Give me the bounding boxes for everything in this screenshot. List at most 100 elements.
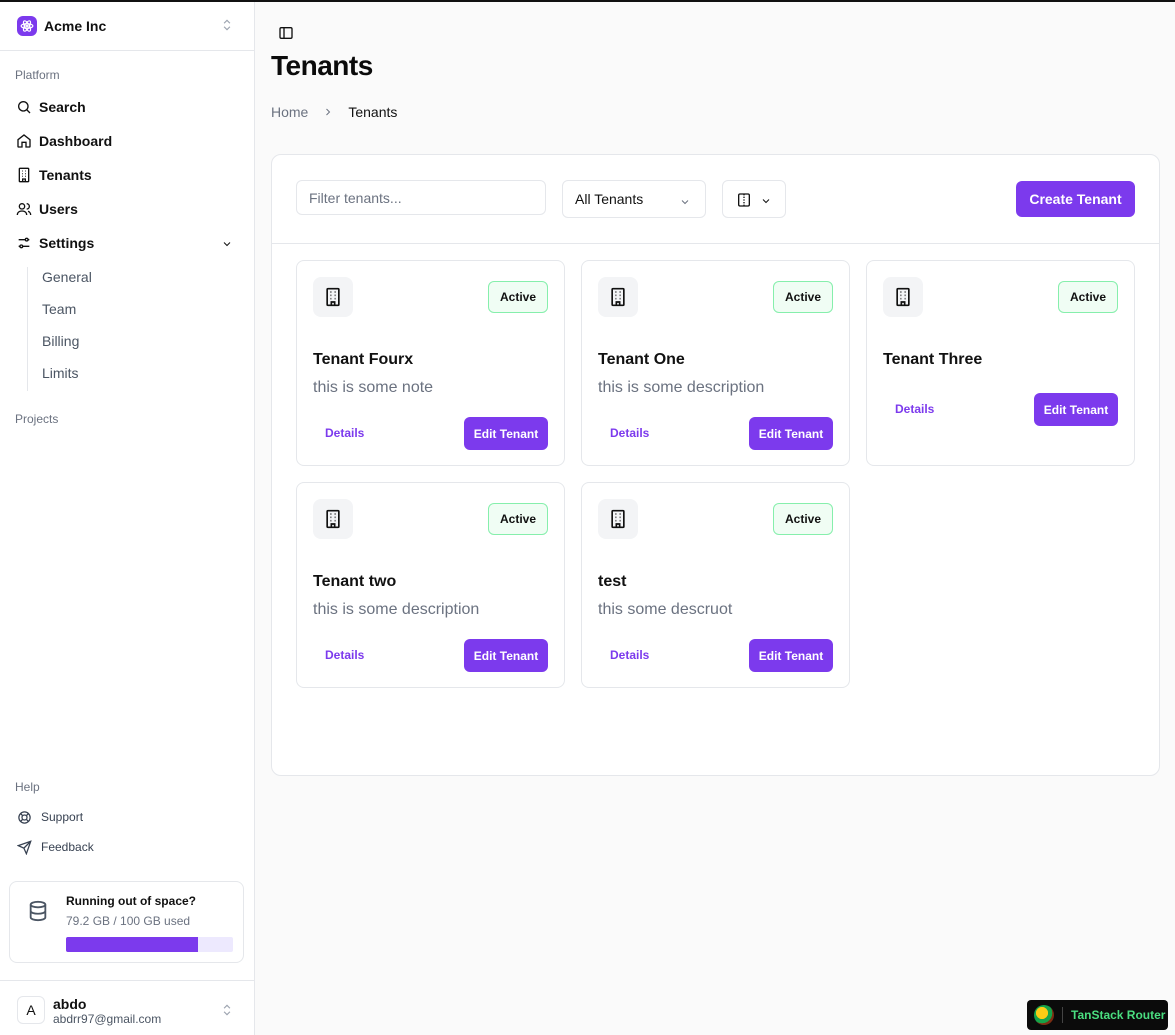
tenants-panel: All Tenants Create Tenant Active Tenant … (271, 154, 1160, 776)
sidebar-item-label: Search (39, 99, 86, 115)
chevrons-up-down-icon (220, 1003, 234, 1022)
tenant-card: Active Tenant Three Details Edit Tenant (866, 260, 1135, 466)
tenant-name: Tenant Three (883, 351, 983, 368)
sidebar-item-support[interactable]: Support (17, 807, 83, 827)
help-label: Help (15, 780, 40, 794)
building-icon (883, 277, 923, 317)
tenant-filter-select[interactable]: All Tenants (562, 180, 706, 218)
tanstack-logo-icon (1034, 1005, 1054, 1025)
tenant-description: this is some description (598, 379, 765, 396)
chevron-right-icon (322, 106, 334, 118)
sidebar-item-label: Settings (39, 235, 95, 251)
search-icon (15, 98, 33, 116)
storage-title: Running out of space? (66, 894, 196, 908)
edit-tenant-button[interactable]: Edit Tenant (1034, 393, 1118, 426)
feedback-label: Feedback (41, 840, 94, 854)
org-switcher[interactable]: Acme Inc (0, 2, 254, 51)
tenant-card: Active Tenant Fourx this is some note De… (296, 260, 565, 466)
send-icon (17, 839, 33, 855)
breadcrumb: Home Tenants (271, 104, 397, 120)
support-label: Support (41, 810, 84, 824)
view-toggle-button[interactable] (722, 180, 786, 218)
details-link[interactable]: Details (325, 648, 364, 662)
details-link[interactable]: Details (895, 402, 934, 416)
breadcrumb-home[interactable]: Home (271, 104, 308, 120)
sidebar-item-label: Tenants (39, 167, 92, 183)
storage-card: Running out of space? 79.2 GB / 100 GB u… (9, 881, 244, 963)
sidebar-subitem-general[interactable]: General (42, 269, 92, 285)
tenant-card: Active Tenant two this is some descripti… (296, 482, 565, 688)
devtools-divider (1062, 1007, 1063, 1023)
tenant-name: test (598, 573, 627, 590)
columns-icon (736, 192, 752, 213)
tenant-description: this is some note (313, 379, 434, 396)
sidebar-item-label: Users (39, 201, 78, 217)
database-icon (27, 900, 49, 922)
sidebar-item-settings[interactable]: Settings (15, 231, 240, 255)
projects-label: Projects (15, 412, 59, 426)
details-link[interactable]: Details (610, 648, 649, 662)
chevron-down-icon (679, 195, 691, 211)
user-menu[interactable]: A abdo abdrr97@gmail.com (0, 980, 254, 1035)
tanstack-router-devtools-button[interactable]: TanStack Router (1027, 1000, 1168, 1030)
toolbar-divider (272, 243, 1159, 244)
tenant-description: this some descruot (598, 601, 733, 618)
status-badge: Active (488, 503, 548, 535)
sidebar-subitem-limits[interactable]: Limits (42, 365, 79, 381)
sidebar: Acme Inc Platform Search Dashboard Tenan… (0, 2, 255, 1035)
tenant-card: Active Tenant One this is some descripti… (581, 260, 850, 466)
user-email: abdrr97@gmail.com (53, 1012, 162, 1026)
platform-label: Platform (15, 68, 60, 82)
building-icon (313, 277, 353, 317)
create-tenant-button[interactable]: Create Tenant (1016, 181, 1135, 217)
sidebar-item-label: Dashboard (39, 133, 113, 149)
chevron-down-icon (760, 194, 772, 212)
sidebar-item-feedback[interactable]: Feedback (17, 837, 94, 857)
tenant-card: Active test this some descruot Details E… (581, 482, 850, 688)
details-link[interactable]: Details (325, 426, 364, 440)
settings-sliders-icon (15, 234, 33, 252)
home-icon (15, 132, 33, 150)
storage-usage: 79.2 GB / 100 GB used (66, 914, 191, 928)
page-title: Tenants (271, 50, 373, 81)
org-name: Acme Inc (44, 18, 107, 34)
user-name: abdo (53, 996, 87, 1012)
status-badge: Active (488, 281, 548, 313)
tenant-name: Tenant Fourx (313, 351, 414, 368)
tenant-name: Tenant One (598, 351, 685, 368)
building-icon (15, 166, 33, 184)
sidebar-item-tenants[interactable]: Tenants (15, 163, 240, 187)
details-link[interactable]: Details (610, 426, 649, 440)
edit-tenant-button[interactable]: Edit Tenant (464, 417, 548, 450)
sidebar-item-search[interactable]: Search (15, 95, 240, 119)
filter-input[interactable] (296, 180, 546, 215)
sidebar-item-dashboard[interactable]: Dashboard (15, 129, 240, 153)
life-buoy-icon (17, 809, 33, 825)
sidebar-subitem-billing[interactable]: Billing (42, 333, 79, 349)
status-badge: Active (773, 281, 833, 313)
building-icon (598, 499, 638, 539)
chevrons-up-down-icon (220, 18, 234, 37)
status-badge: Active (773, 503, 833, 535)
tenant-description: this is some description (313, 601, 480, 618)
chevron-down-icon (221, 237, 233, 253)
storage-progress-fill (66, 937, 199, 952)
select-value: All Tenants (575, 191, 644, 207)
devtools-label: TanStack Router (1071, 1008, 1166, 1022)
status-badge: Active (1058, 281, 1118, 313)
settings-submenu-line (27, 267, 28, 391)
tenant-name: Tenant two (313, 573, 397, 590)
users-icon (15, 200, 33, 218)
edit-tenant-button[interactable]: Edit Tenant (464, 639, 548, 672)
building-icon (598, 277, 638, 317)
avatar: A (17, 996, 45, 1024)
sidebar-item-users[interactable]: Users (15, 197, 240, 221)
sidebar-subitem-team[interactable]: Team (42, 301, 76, 317)
building-icon (313, 499, 353, 539)
storage-progress-bar (66, 937, 233, 952)
breadcrumb-current: Tenants (348, 104, 398, 120)
edit-tenant-button[interactable]: Edit Tenant (749, 639, 833, 672)
edit-tenant-button[interactable]: Edit Tenant (749, 417, 833, 450)
sidebar-toggle-button[interactable] (278, 25, 296, 43)
org-logo-icon (17, 16, 37, 36)
